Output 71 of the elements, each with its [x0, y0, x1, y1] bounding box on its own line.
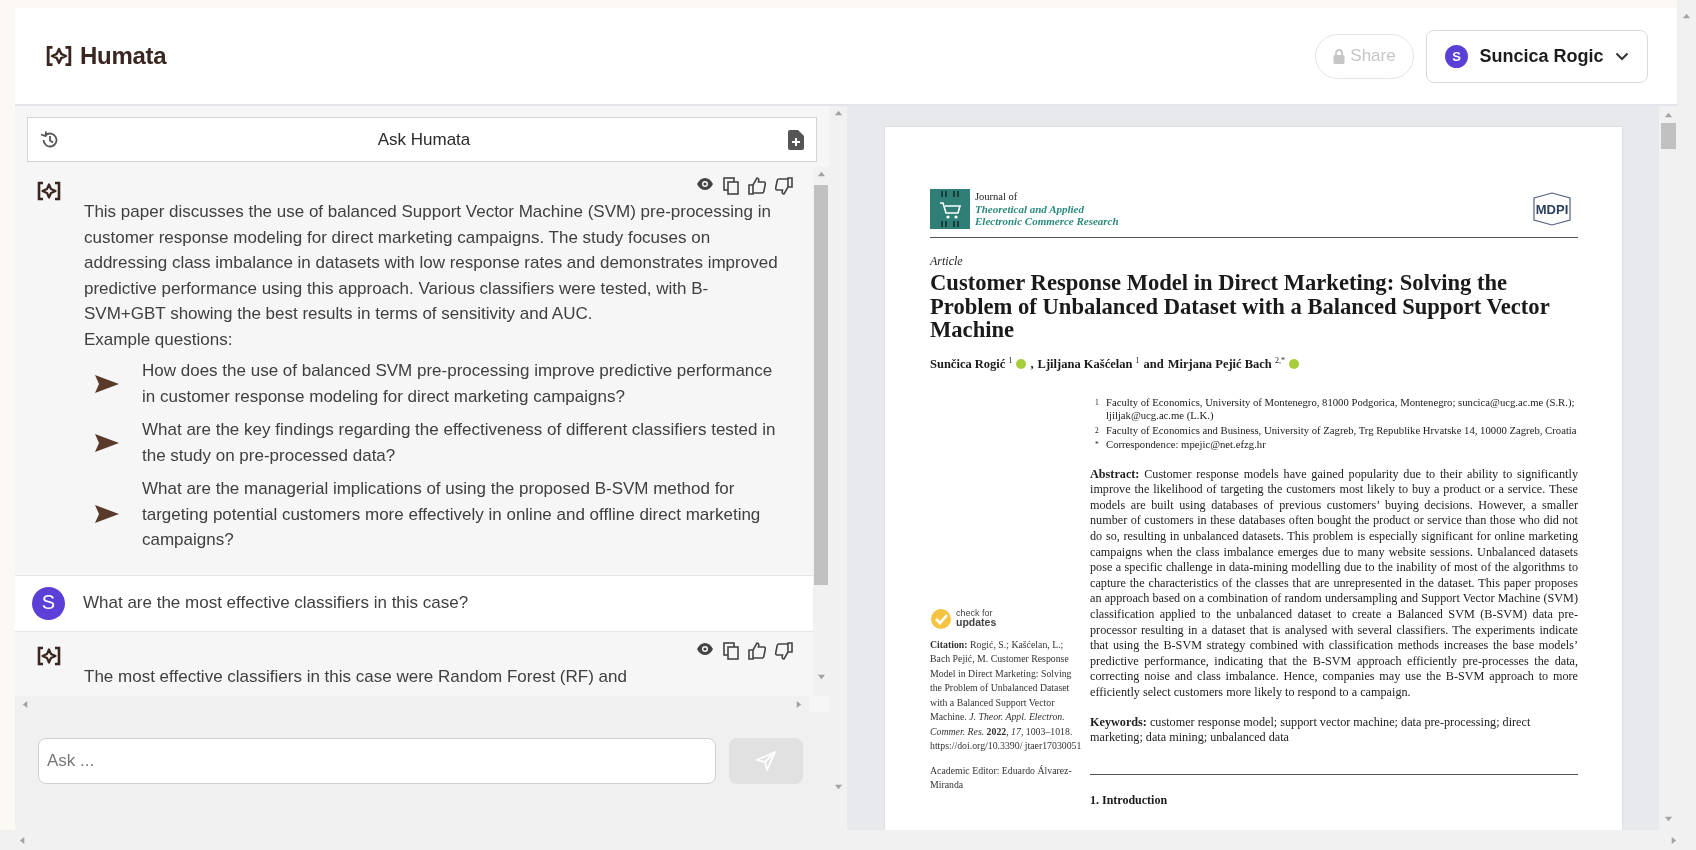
author-separator: and	[1143, 356, 1164, 372]
thumbs-up-icon[interactable]	[748, 641, 766, 660]
scroll-arrow-icon[interactable]	[1663, 814, 1673, 823]
article-title: Customer Response Model in Direct Marketing: Solving the Problem of Unbalanced Dataset with a Balanced Support Vector Machine	[930, 271, 1551, 342]
scroll-arrow-icon[interactable]	[1682, 12, 1691, 21]
history-icon[interactable]	[40, 129, 60, 150]
affiliation: Correspondence: mpejic@net.efzg.hr	[1106, 438, 1267, 452]
citation: Citation: Rogić, S.; Kašćelan, L.; Bach Pejić, M. Customer Response Model in Direct Marketing: Solving the Problem of Unbalanced Dataset with a Balanced Support Vector Machine. J. Theor. Appl. Electron. Commer. Res. 2022, 17, 1003–1018. https://doi.org/10.3390/ jtaer17030051	[930, 637, 1082, 754]
send-arrow-icon	[94, 504, 120, 525]
user-avatar: S	[32, 586, 65, 620]
author-name: Sunčica Rogić $^{1}$	[930, 355, 1013, 372]
scroll-arrow-icon[interactable]	[833, 109, 843, 118]
scroll-thumb[interactable]	[814, 185, 828, 585]
scroll-arrow-icon[interactable]	[21, 699, 30, 709]
assistant-message: This paper discusses the use of balanced Support Vector Machine (SVM) pre-processing in customer response modeling for direct marketing campaigns. The study focuses on addressing class imbalance in datasets with low response rates and demonstrates improved predictive performance using this approach. Various classifiers were tested, with B-SVM+GBT showing the best results in terms of sensitivity and AUC.	[84, 201, 779, 325]
send-button[interactable]	[729, 738, 803, 784]
thumbs-down-icon[interactable]	[775, 641, 793, 660]
academic-editor: Academic Editor: Eduardo Álvarez-Miranda	[930, 763, 1073, 793]
author-name: Ljiljana Kašćelan $^{1}$	[1037, 355, 1140, 372]
copy-icon[interactable]	[723, 641, 739, 660]
scroll-arrow-icon[interactable]	[1669, 835, 1678, 845]
logo-icon	[37, 181, 61, 201]
send-arrow-icon	[94, 432, 120, 453]
thumbs-down-icon[interactable]	[775, 177, 793, 195]
affiliation: Faculty of Economics, University of Montenegro, 81000 Podgorica, Montenegro; suncica@ucg.ac.me (S.R.); ljiljak@ucg.ac.me (L.K.)	[1106, 395, 1576, 423]
paper-plane-icon	[756, 751, 776, 771]
scroll-arrow-icon[interactable]	[18, 835, 27, 845]
user-message: What are the most effective classifiers in this case?	[83, 592, 469, 615]
author-name: Mirjana Pejić Bach $^{2,*}$	[1167, 355, 1285, 372]
abstract: Abstract: Customer response models have gained popularity due to their ability to significantly improve the likelihood of targeting the customers most likely to buy a product or a service. These models are built using databases of previous customers’ buying decisions. However, a smaller number of customers in these databases often bought the product or service than those who did not do so, resulting in unbalanced datasets. This problem is especially significant for online marketing campaigns when the class imbalance emerges due to many website sessions. Unbalanced datasets pose a specific challenge in data-mining modelling due to the inability of most of the algorithms to capture the characteristics of the classes that are unrepresented in the dataset. This paper proposes an approach based on a combination of random undersampling and Support Vector Machine (SVM) classification applied to the unbalanced dataset to create a Balanced SVM (B-SVM) data pre-processor resulting in a dataset that is analysed with several classifiers. The experiments indicate that using the B-SVM strategy combined with classification methods increases the base models’ predictive performance, indicating that the B-SVM approach efficiently pre-processes the data, correcting noise and class imbalance. Hence, companies may use the B-SVM approach to more efficiently select customers more likely to respond to a campaign.	[1090, 466, 1578, 701]
logo-icon	[46, 45, 72, 67]
scrollbar[interactable]	[15, 696, 809, 712]
add-document-icon[interactable]	[788, 129, 804, 150]
scroll-arrow-icon[interactable]	[1663, 111, 1673, 120]
scrollbar[interactable]	[829, 106, 847, 830]
journal-logo-icon	[930, 189, 970, 229]
check-for-updates-label[interactable]: check for updates	[956, 609, 997, 629]
eye-icon[interactable]	[696, 177, 714, 191]
check-badge-icon	[930, 607, 952, 630]
scroll-thumb[interactable]	[1660, 123, 1676, 149]
eye-icon[interactable]	[696, 641, 714, 656]
thumbs-up-icon[interactable]	[748, 177, 766, 195]
lock-icon	[1333, 48, 1346, 64]
app-name: Humata	[80, 42, 167, 70]
journal-name: Theoretical and Applied Electronic Commerce Research	[975, 203, 1120, 227]
scroll-arrow-icon[interactable]	[833, 782, 843, 791]
section-heading: 1. Introduction	[1090, 792, 1169, 808]
affiliation: Faculty of Economics and Business, University of Zagreb, Trg Republike Hrvatske 14, 10000 Zagreb, Croatia	[1106, 423, 1578, 438]
author-separator: ,	[1030, 356, 1034, 372]
journal-label: Journal of	[975, 191, 1019, 203]
keywords: Keywords: customer response model; support vector machine; data pre-processing; direct marketing; data mining; unbalanced data	[1090, 714, 1532, 746]
send-arrow-icon	[94, 373, 120, 394]
scroll-arrow-icon[interactable]	[816, 170, 826, 179]
example-questions-heading: Example questions:	[84, 328, 234, 351]
copy-icon[interactable]	[723, 177, 739, 195]
scroll-arrow-icon[interactable]	[816, 672, 826, 681]
ask-input-field[interactable]: Ask ...	[38, 738, 716, 784]
account-menu-button[interactable]: S Suncica Rogic	[1426, 29, 1648, 83]
orcid-icon[interactable]	[1288, 358, 1299, 369]
chevron-down-icon	[1615, 51, 1629, 61]
chat-title: Ask Humata	[376, 129, 472, 150]
scroll-arrow-icon[interactable]	[794, 699, 803, 709]
user-avatar: S	[1445, 44, 1468, 68]
example-question[interactable]: What are the key findings regarding the effectiveness of different classifiers tested in the study on pre-processed data?	[142, 417, 783, 468]
logo-icon	[37, 645, 61, 666]
scrollbar[interactable]	[813, 167, 829, 696]
orcid-icon[interactable]	[1016, 358, 1027, 369]
article-type: Article	[930, 254, 964, 269]
assistant-message: The most effective classifiers in this case were Random Forest (RF) and	[84, 665, 628, 688]
example-question[interactable]: How does the use of balanced SVM pre-processing improve predictive performance in customer response modeling for direct marketing campaigns?	[142, 358, 783, 409]
example-question[interactable]: What are the managerial implications of using the proposed B-SVM method for targeting potential customers more effectively in online and offline direct marketing campaigns?	[142, 476, 783, 553]
